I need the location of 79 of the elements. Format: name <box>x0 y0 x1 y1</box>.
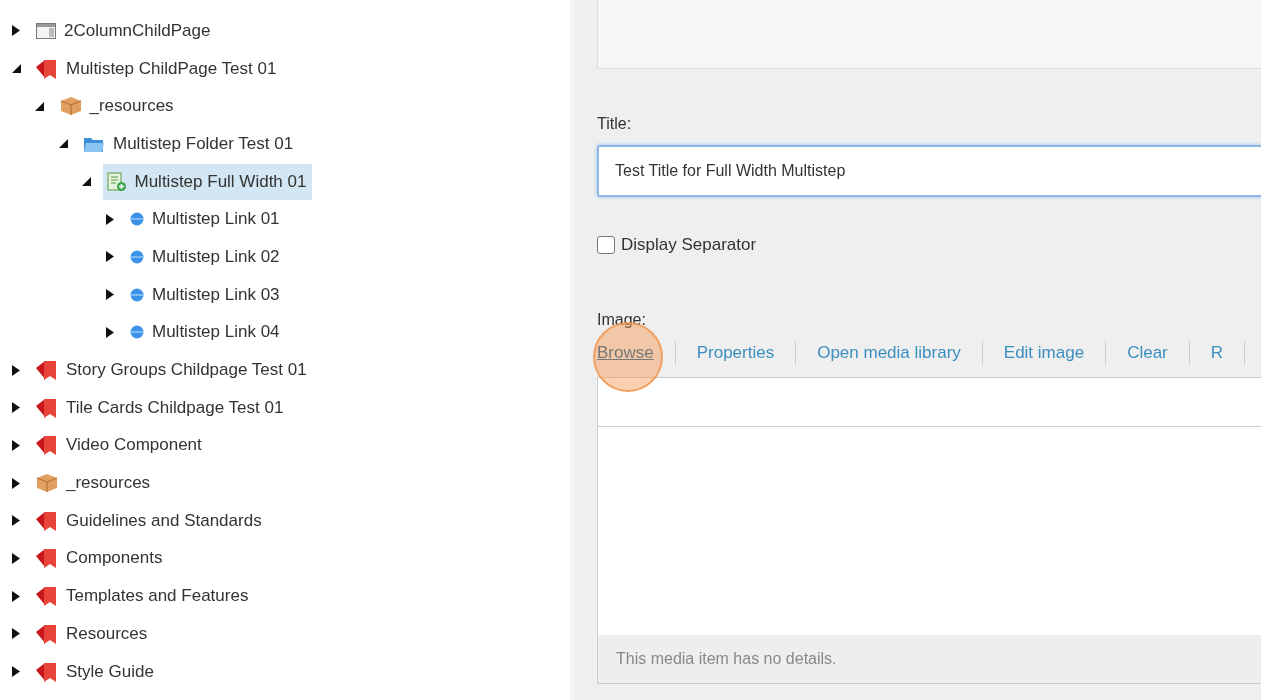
bookmark-icon <box>36 434 58 457</box>
checkbox[interactable] <box>597 236 615 254</box>
tree-item[interactable]: Multistep Full Width 01 <box>102 163 313 200</box>
tree-item[interactable]: Multistep Link 02 <box>126 238 286 275</box>
collapsed-triangle-icon <box>12 590 20 602</box>
collapsed-triangle-icon <box>106 326 114 338</box>
collapsed-triangle-icon <box>12 477 20 489</box>
expand-toggle[interactable] <box>104 326 116 339</box>
globe-icon <box>130 249 144 264</box>
expand-toggle[interactable] <box>10 364 22 377</box>
globe-icon <box>130 325 144 340</box>
bookmark-icon <box>36 359 58 382</box>
expand-toggle[interactable] <box>104 213 116 226</box>
bookmark-icon <box>36 622 58 645</box>
collapsed-triangle-icon <box>12 552 20 564</box>
tree-item[interactable]: 2ColumnChildPage <box>32 12 217 49</box>
media-details-text: This media item has no details. <box>597 635 1261 684</box>
bookmark-icon <box>36 660 58 683</box>
collapsed-triangle-icon <box>12 666 20 678</box>
tree-item[interactable]: _resources <box>32 465 157 502</box>
expand-toggle[interactable] <box>10 439 22 452</box>
expand-toggle[interactable] <box>10 24 22 37</box>
expand-toggle[interactable] <box>57 137 69 150</box>
checkbox-label: Display Separator <box>621 235 757 255</box>
collapsed-triangle-icon <box>12 515 20 527</box>
expanded-triangle-icon <box>82 177 91 187</box>
expand-toggle[interactable] <box>10 627 22 640</box>
collapsed-triangle-icon <box>12 439 20 451</box>
expand-toggle[interactable] <box>10 62 22 75</box>
expand-toggle[interactable] <box>104 250 116 263</box>
collapsed-triangle-icon <box>12 25 20 37</box>
globe-icon <box>130 287 144 302</box>
bookmark-icon <box>36 547 58 570</box>
collapsed-triangle-icon <box>12 628 20 640</box>
expand-toggle[interactable] <box>10 514 22 527</box>
bookmark-icon <box>36 396 58 419</box>
bookmark-icon <box>36 585 58 608</box>
tree-item[interactable]: Style Guide <box>32 653 160 690</box>
expand-toggle[interactable] <box>80 175 93 188</box>
collapsed-triangle-icon <box>12 364 20 376</box>
expanded-triangle-icon <box>11 64 21 74</box>
bookmark-icon <box>36 57 58 80</box>
box-icon <box>59 96 82 117</box>
tree-item[interactable]: Tile Cards Childpage Test 01 <box>32 389 290 426</box>
expand-toggle[interactable] <box>10 401 22 414</box>
tree-item[interactable]: Multistep Link 03 <box>126 276 286 313</box>
display-separator-checkbox[interactable]: Display Separator <box>597 235 1261 255</box>
collapsed-triangle-icon <box>106 251 114 263</box>
title-input[interactable]: Test Title for Full Width Multistep <box>597 145 1261 197</box>
collapsed-triangle-icon <box>106 213 114 225</box>
collapsed-triangle-icon <box>12 402 20 414</box>
expand-toggle[interactable] <box>10 665 22 678</box>
tree-item[interactable]: Video Component <box>32 427 208 464</box>
expanded-triangle-icon <box>35 101 44 111</box>
tree-item[interactable]: Templates and Features <box>32 578 255 615</box>
expand-toggle[interactable] <box>33 100 46 113</box>
media-field[interactable] <box>597 377 1261 427</box>
bookmark-icon <box>36 509 58 532</box>
expand-toggle[interactable] <box>10 477 22 490</box>
title-label: Title: <box>597 115 633 133</box>
tree-item[interactable]: Multistep Folder Test 01 <box>79 125 300 162</box>
tree-item[interactable]: Guidelines and Standards <box>32 502 268 539</box>
expand-toggle[interactable] <box>104 288 116 301</box>
tree-item[interactable]: _resources <box>55 88 180 125</box>
form-add-icon <box>106 171 127 192</box>
tree-item[interactable]: Multistep Link 04 <box>126 314 286 351</box>
collapsed-triangle-icon <box>106 289 114 301</box>
image-label: Image: <box>597 311 647 329</box>
tree-item[interactable]: Resources <box>32 615 154 652</box>
tree-item[interactable]: Multistep Link 01 <box>126 201 286 238</box>
tree-item[interactable]: Multistep ChildPage Test 01 <box>32 50 283 87</box>
layout-icon <box>36 22 56 39</box>
expand-toggle[interactable] <box>10 552 22 565</box>
expand-toggle[interactable] <box>10 590 22 603</box>
globe-icon <box>130 212 144 227</box>
box-icon <box>36 473 58 494</box>
tree-item[interactable]: Components <box>32 540 169 577</box>
expanded-triangle-icon <box>58 139 68 149</box>
tree-item[interactable]: Story Groups Childpage Test 01 <box>32 352 313 389</box>
